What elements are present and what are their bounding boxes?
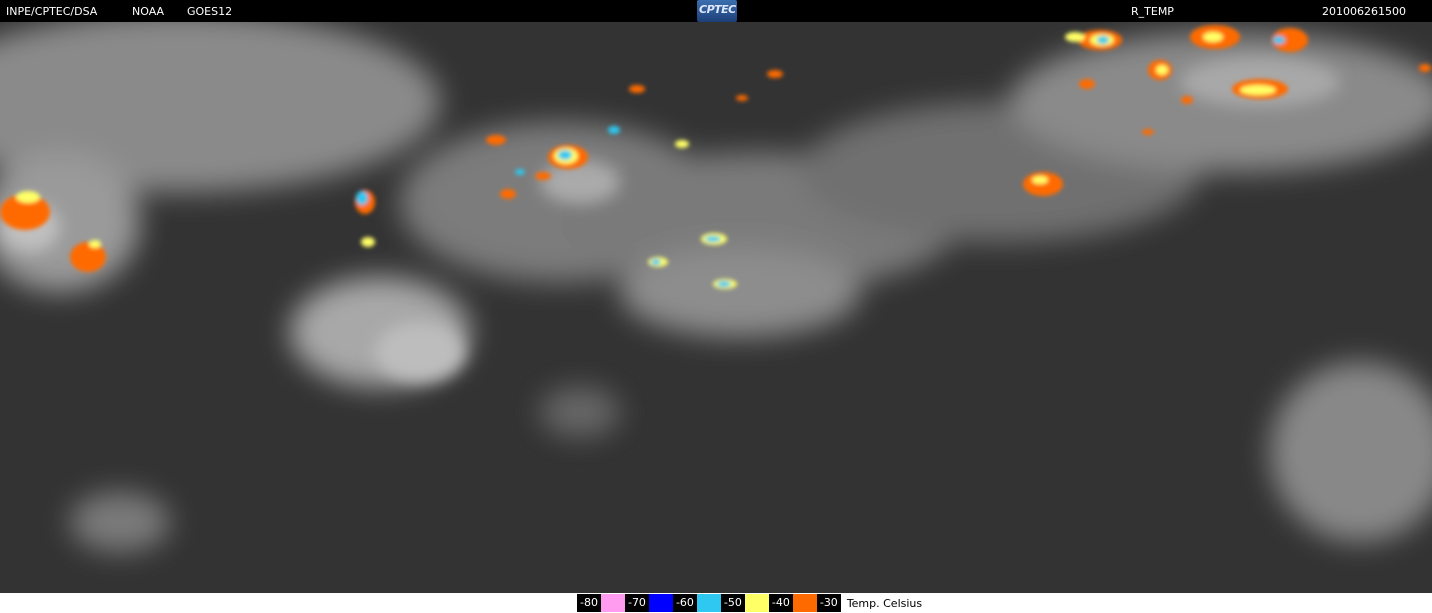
legend-label-40: -40: [768, 594, 793, 612]
legend-swatch-cyan: [696, 594, 721, 612]
legend-label-70: -70: [624, 594, 649, 612]
temperature-legend: -80 -70 -60 -50 -40 -30 Temp. Celsius: [577, 594, 922, 612]
legend-swatch-yellow: [744, 594, 769, 612]
satellite-image: [0, 22, 1432, 593]
legend-label-30: -30: [816, 594, 841, 612]
satellite-image-canvas: [0, 22, 1432, 593]
legend-units: Temp. Celsius: [846, 596, 923, 610]
header-bar: INPE/CPTEC/DSA NOAA GOES12 CPTEC R_TEMP …: [0, 0, 1432, 22]
product-label: R_TEMP: [1131, 5, 1174, 18]
satellite-label: GOES12: [187, 5, 233, 18]
legend-swatch-blue: [648, 594, 673, 612]
legend-label-50: -50: [720, 594, 745, 612]
agency-label: NOAA: [132, 5, 165, 18]
source-label: INPE/CPTEC/DSA: [6, 5, 98, 18]
legend-label-80: -80: [577, 594, 601, 612]
legend-swatch-orange: [792, 594, 817, 612]
legend-label-60: -60: [672, 594, 697, 612]
timestamp-label: 201006261500: [1322, 5, 1406, 18]
legend-swatch-pink: [600, 594, 625, 612]
cptec-logo: CPTEC: [697, 0, 737, 22]
